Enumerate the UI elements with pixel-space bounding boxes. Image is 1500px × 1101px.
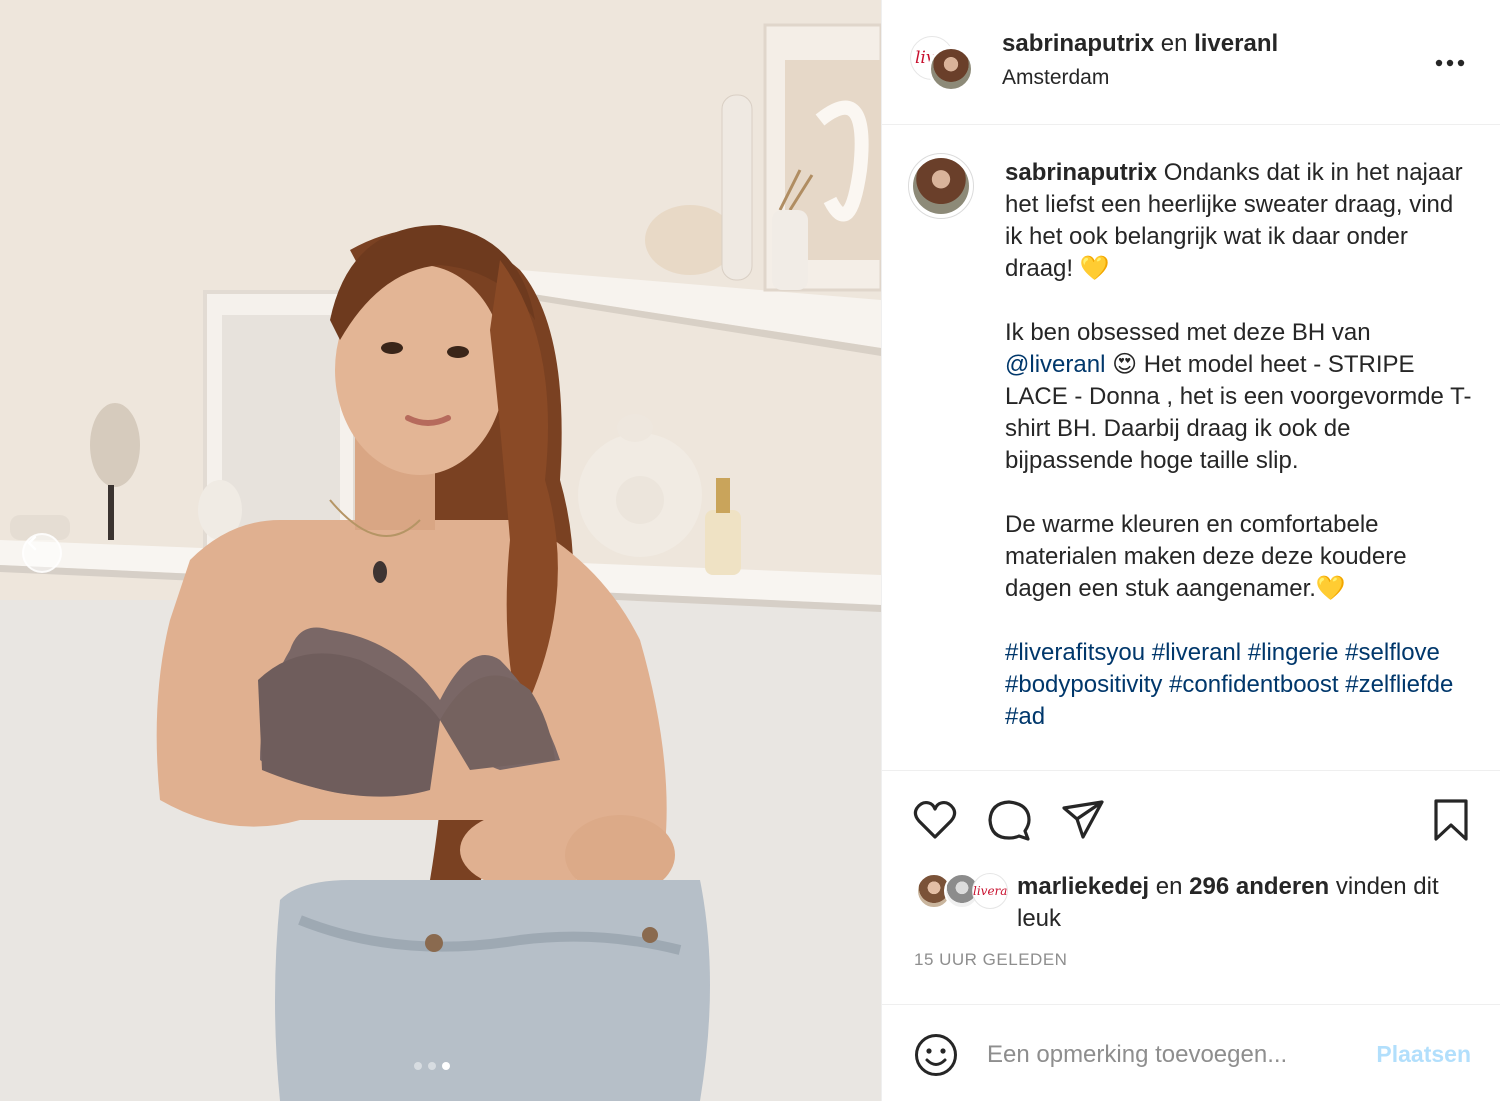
smiley-icon xyxy=(915,1034,957,1076)
liker-avatar-brand: livera xyxy=(972,873,1008,909)
carousel-dot xyxy=(414,1062,422,1070)
caption-avatar[interactable] xyxy=(908,153,974,219)
caption-text: sabrinaputrix Ondanks dat ik in het naja… xyxy=(1005,157,1475,765)
post-comment-button[interactable]: Plaatsen xyxy=(1376,1041,1471,1068)
chevron-left-icon xyxy=(27,535,37,551)
share-button[interactable] xyxy=(1060,797,1106,843)
carousel-dot xyxy=(428,1062,436,1070)
caption-paragraph-2-start: Ik ben obsessed met deze BH van xyxy=(1005,319,1371,346)
author-joiner: en xyxy=(1160,30,1188,57)
hashtag-links[interactable]: #liverafitsyou #liveranl #lingerie #self… xyxy=(1005,637,1475,733)
more-options-icon xyxy=(1435,59,1465,67)
post-photo[interactable] xyxy=(0,0,881,1101)
post-header: livera sabrinaputrix en liveranl Amsterd… xyxy=(882,0,1500,125)
photo-illustration xyxy=(0,0,881,1101)
collab-username-link[interactable]: liveranl xyxy=(1194,30,1278,57)
carousel-indicator xyxy=(414,1062,450,1070)
likes-summary: marliekedej en 296 anderen vinden dit le… xyxy=(1017,871,1477,935)
carousel-prev-button[interactable] xyxy=(22,533,62,573)
comment-icon xyxy=(988,800,1031,841)
author-username-link[interactable]: sabrinaputrix xyxy=(1002,30,1154,57)
comment-input[interactable] xyxy=(987,1035,1347,1075)
post-authors: sabrinaputrix en liveranl xyxy=(1002,30,1278,58)
user-avatar[interactable] xyxy=(928,46,974,92)
carousel-dot-active xyxy=(442,1062,450,1070)
comment-button[interactable] xyxy=(986,797,1032,843)
collab-avatars[interactable]: livera xyxy=(910,36,976,96)
caption-section: sabrinaputrix Ondanks dat ik in het naja… xyxy=(882,125,1500,770)
like-button[interactable] xyxy=(912,797,958,843)
mention-link[interactable]: @liveranl xyxy=(1005,351,1105,378)
paper-plane-icon xyxy=(1062,800,1104,839)
post-timestamp[interactable]: 15 UUR GELEDEN xyxy=(914,950,1067,970)
bookmark-icon xyxy=(1434,799,1468,841)
likes-count-link[interactable]: 296 anderen xyxy=(1189,873,1329,900)
emoji-button[interactable] xyxy=(914,1033,958,1077)
action-bar xyxy=(882,770,1500,865)
more-options-button[interactable] xyxy=(1435,48,1465,68)
location-link[interactable]: Amsterdam xyxy=(1002,66,1109,90)
caption-paragraph-3: De warme kleuren en comfortabele materia… xyxy=(1005,511,1407,602)
post-side-panel: livera sabrinaputrix en liveranl Amsterd… xyxy=(881,0,1500,1101)
heart-icon xyxy=(913,800,957,839)
comment-composer: Plaatsen xyxy=(882,1004,1500,1101)
likes-joiner: en xyxy=(1155,873,1183,900)
liker-username-link[interactable]: marliekedej xyxy=(1017,873,1149,900)
caption-username-link[interactable]: sabrinaputrix xyxy=(1005,159,1157,186)
save-button[interactable] xyxy=(1428,797,1474,843)
likes-section: livera marliekedej en 296 anderen vinden… xyxy=(882,865,1500,945)
liker-avatars[interactable]: livera xyxy=(916,873,1010,911)
